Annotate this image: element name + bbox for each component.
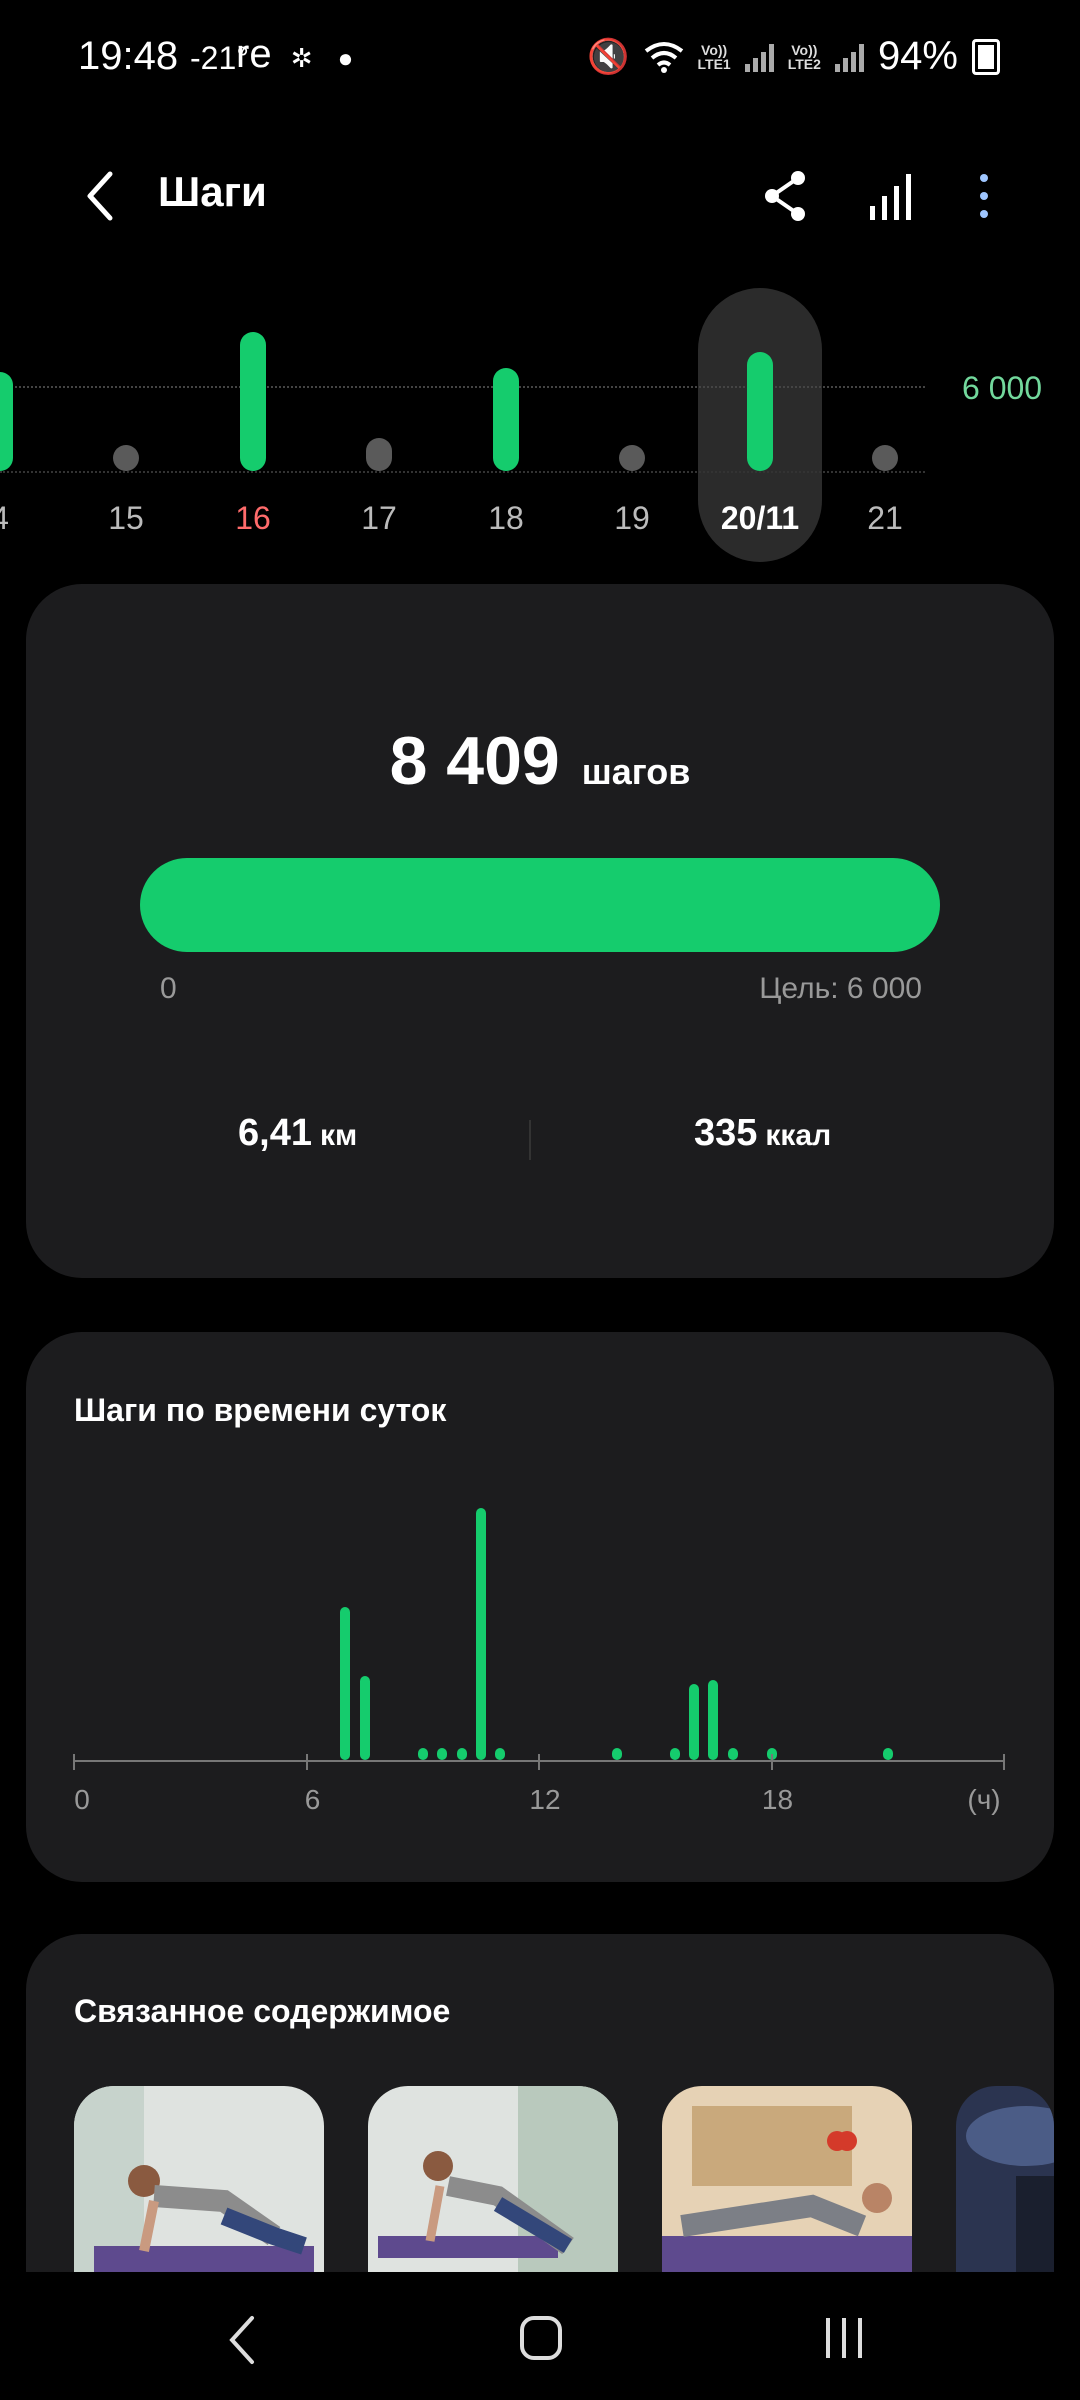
day-label: 17 [361,500,397,536]
navigation-bar [0,2272,1080,2400]
hourly-axis: 0 6 12 18 (ч) [73,1507,1005,1815]
distance-value: 6,41 [238,1112,312,1154]
chart-icon[interactable] [862,166,918,226]
day-bar [0,371,13,471]
battery-icon [972,38,1000,75]
day-bar [493,367,519,471]
hourly-bar [689,1683,699,1760]
more-vert-icon[interactable] [966,166,1022,226]
day-label: 18 [488,500,524,536]
axis-tick-label: 12 [529,1784,561,1815]
signal-2-icon [834,42,864,72]
day-bar [240,332,266,471]
wifi-icon [644,41,683,73]
steps-unit: шагов [581,751,691,792]
related-video-thumb[interactable] [74,2086,324,2276]
steps-value: 8 409 [389,723,560,799]
day-column[interactable]: 17 [349,280,409,580]
day-label: 21 [867,500,903,536]
day-label: 20/11 [720,500,800,536]
goal-label: 6 000 [962,370,1043,406]
day-bar [619,445,645,471]
battery-level: 94% [877,34,958,78]
share-icon[interactable] [758,166,814,226]
exercise-image [368,2086,618,2276]
axis-tick [770,1754,773,1770]
day-column[interactable]: 19 [602,280,662,580]
day-column[interactable]: 21 [855,280,915,580]
status-extra: re ✲ ● [236,32,353,77]
dot-icon: ● [337,43,354,73]
day-column[interactable]: 20/11 [721,280,799,580]
day-label: 15 [108,500,144,536]
hourly-bar [475,1507,486,1760]
hourly-bar [340,1607,351,1760]
day-bar [872,445,898,471]
axis-tick-label: 0 [74,1784,90,1815]
nav-home-icon[interactable] [518,2314,564,2364]
page-title: Шаги [158,168,267,215]
volte-1: Vo)) LTE1 [698,43,731,71]
mute-icon: 🔇 [587,37,630,76]
axis-tick [1003,1754,1005,1770]
back-arrow-icon[interactable] [78,166,128,226]
axis-tick-label: 6 [304,1784,321,1815]
axis-tick-label: 18 [761,1784,794,1815]
volte-2: Vo)) LTE2 [788,43,821,71]
network-1-label: LTE1 [697,55,731,72]
calories-value: 335 [694,1112,758,1154]
hourly-bar [359,1675,370,1760]
day-label: 16 [235,500,271,536]
hourly-bar [456,1747,467,1760]
axis-tick [73,1754,75,1770]
hourly-bar [882,1747,893,1760]
snow-icon: ✲ [290,43,313,73]
related-video-thumb[interactable] [368,2086,618,2276]
day-column[interactable]: 4 [0,280,30,580]
nav-back-icon[interactable] [222,2312,262,2368]
day-bar [747,351,773,471]
steps-total: 8 409 шагов [0,722,1080,800]
day-column[interactable]: 18 [476,280,536,580]
hourly-title: Шаги по времени суток [74,1392,447,1428]
gym-image [956,2086,1054,2276]
distance-metric: 6,41 км [238,1112,357,1155]
hourly-bar [417,1747,428,1760]
nav-recent-icon[interactable] [820,2314,870,2364]
hourly-bar [495,1747,506,1760]
status-bar: 19:48 -21° re ✲ ● 🔇 Vo)) LTE1 Vo)) LTE2 … [0,0,1080,120]
distance-unit: км [319,1119,358,1152]
day-bar [366,438,392,471]
status-extra-text: re [236,32,272,76]
status-right: 🔇 Vo)) LTE1 Vo)) LTE2 94% [587,34,1000,79]
hourly-bar [669,1747,680,1760]
hourly-bar [727,1747,738,1760]
axis-tick-label: (ч) [967,1784,1001,1815]
axis-tick [305,1754,308,1770]
axis-tick [538,1754,540,1770]
calories-unit: ккал [765,1119,832,1152]
hourly-bar [708,1680,719,1760]
signal-1-icon [744,42,774,72]
metric-divider [529,1120,531,1160]
status-time: 19:48 [78,34,179,78]
calories-metric: 335 ккал [694,1112,831,1155]
progress-min-label: 0 [160,972,177,1005]
related-title: Связанное содержимое [74,1993,451,2029]
day-column[interactable]: 15 [96,280,156,580]
day-bar [113,445,139,471]
day-column[interactable]: 16 [223,280,283,580]
related-video-thumb[interactable] [956,2086,1054,2276]
hourly-bar [611,1747,622,1760]
steps-progress-bar [140,858,940,952]
related-video-thumb[interactable] [662,2086,912,2276]
progress-goal-label: Цель: 6 000 [759,972,922,1005]
day-label: 4 [0,500,60,537]
exercise-image [662,2086,912,2276]
exercise-image [74,2086,324,2276]
network-2-label: LTE2 [787,55,821,72]
hourly-bar [437,1747,448,1760]
day-label: 19 [614,500,650,536]
